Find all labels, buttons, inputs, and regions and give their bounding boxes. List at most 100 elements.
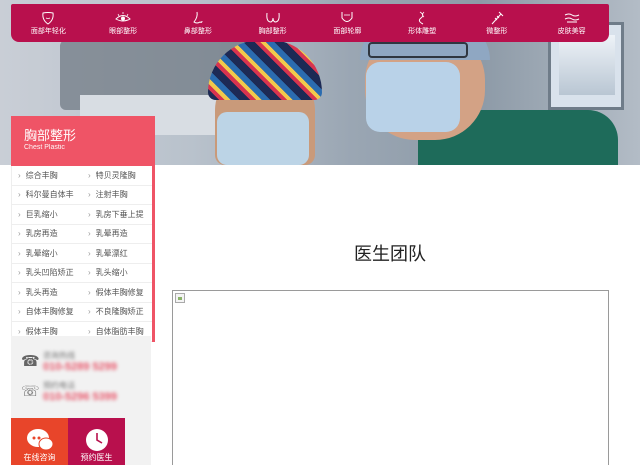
sidebar-link[interactable]: › 乳晕漂红	[82, 244, 152, 264]
nav-item-skin[interactable]: 皮肤美容	[534, 4, 609, 42]
clock-icon	[85, 429, 108, 451]
hero-nurse-mask	[217, 112, 309, 165]
book-doctor-label: 预约医生	[80, 453, 113, 462]
page-title: 医生团队	[354, 244, 426, 264]
face-icon	[42, 11, 55, 25]
sidebar-subtitle: Chest Plastic	[24, 144, 65, 151]
nav-item-eye[interactable]: 眼部整形	[86, 4, 161, 42]
eye-icon	[115, 11, 131, 21]
nav-item-label: 形体雕塑	[408, 27, 437, 35]
sidebar-link[interactable]: › 乳晕再造	[82, 225, 152, 244]
skin-icon	[564, 13, 579, 22]
sidebar-link-label: 特贝灵隆胸	[95, 170, 136, 180]
sidebar-link[interactable]: › 乳头缩小	[82, 264, 152, 283]
phone-icon: ☎	[21, 352, 40, 370]
sidebar-link[interactable]: › 乳晕缩小	[12, 244, 82, 264]
sidebar-link-label: 乳晕缩小	[25, 248, 58, 258]
chevron-right-icon: ›	[18, 248, 21, 258]
sidebar-link[interactable]: › 假体丰胸修复	[82, 283, 152, 303]
nose-icon	[193, 11, 203, 23]
nav-item-label: 面部年轻化	[30, 27, 66, 35]
chat-bubble-icon	[26, 429, 53, 451]
sidebar-link[interactable]: › 特贝灵隆胸	[82, 166, 152, 186]
nav-item-face-contour[interactable]: 面部轮廓	[310, 4, 385, 42]
broken-image-icon	[175, 293, 185, 303]
sidebar-link[interactable]: › 注射丰胸	[82, 186, 152, 205]
sidebar-title: 胸部整形	[24, 128, 77, 143]
content-image-frame	[172, 290, 609, 465]
sidebar-link[interactable]: › 科尔曼自体丰	[12, 186, 82, 205]
sidebar-link-label: 假体丰胸修复	[95, 287, 144, 297]
chevron-right-icon: ›	[88, 248, 91, 258]
nav-item-label: 胸部整形	[258, 27, 287, 35]
sidebar-link[interactable]: › 自体丰胸修复	[12, 303, 82, 322]
sidebar-link[interactable]: › 综合丰胸	[12, 166, 82, 186]
appointment-phone-label: 预约电话	[43, 381, 75, 390]
online-consult-label: 在线咨询	[23, 453, 56, 462]
telephone-icon: ☏	[21, 382, 40, 400]
sidebar-link-label: 自体丰胸修复	[25, 307, 74, 317]
sidebar-link[interactable]: › 乳头凹陷矫正	[12, 264, 82, 283]
chevron-right-icon: ›	[18, 326, 21, 336]
nav-item-label: 鼻部整形	[183, 27, 212, 35]
sidebar-link-label: 乳晕再造	[95, 229, 128, 239]
face-contour-icon	[341, 11, 353, 22]
appointment-phone-number: 010-5296 5399	[43, 391, 118, 403]
nav-item-body-sculpt[interactable]: 形体雕塑	[385, 4, 460, 42]
action-buttons: 在线咨询 预约医生	[11, 418, 135, 465]
chevron-right-icon: ›	[18, 209, 21, 219]
nav-item-micro-plastic[interactable]: 微整形	[460, 4, 535, 42]
breast-icon	[265, 12, 280, 23]
sidebar-link-label: 不良隆胸矫正	[95, 307, 144, 317]
book-doctor-button[interactable]: 预约医生	[68, 418, 125, 465]
nav-item-label: 眼部整形	[109, 27, 138, 35]
chevron-right-icon: ›	[18, 229, 21, 239]
nav-item-face-rejuvenation[interactable]: 面部年轻化	[11, 4, 86, 42]
chevron-right-icon: ›	[88, 170, 91, 180]
chevron-right-icon: ›	[18, 268, 21, 278]
sidebar-link[interactable]: › 乳头再造	[12, 283, 82, 303]
sidebar-link[interactable]: › 乳房下垂上提	[82, 205, 152, 225]
sidebar-link-label: 综合丰胸	[25, 170, 58, 180]
chevron-right-icon: ›	[18, 170, 21, 180]
syringe-icon	[491, 11, 504, 24]
hotline-label: 咨询热线	[43, 351, 75, 360]
nav-item-label: 皮肤美容	[557, 27, 586, 35]
chevron-right-icon: ›	[88, 326, 91, 336]
sidebar-link-label: 乳晕漂红	[95, 248, 128, 258]
sidebar-link-label: 注射丰胸	[95, 190, 128, 200]
sidebar-link-label: 科尔曼自体丰	[25, 190, 74, 200]
hotline-row: ☎ 咨询热线 010-5289 5299	[21, 350, 117, 373]
chevron-right-icon: ›	[88, 209, 91, 219]
sidebar-link-label: 乳房再造	[25, 229, 58, 239]
chevron-right-icon: ›	[88, 190, 91, 200]
chevron-right-icon: ›	[18, 190, 21, 200]
hero-surgeon-glasses	[368, 42, 468, 58]
chevron-right-icon: ›	[88, 307, 91, 317]
chevron-right-icon: ›	[88, 229, 91, 239]
nav-item-label: 面部轮廓	[333, 27, 362, 35]
nav-item-nose[interactable]: 鼻部整形	[161, 4, 236, 42]
sidebar-link-grid: › 综合丰胸 › 特贝灵隆胸 › 科尔曼自体丰 › 注射丰胸 › 巨乳缩小 › 乳房下垂上提…	[11, 166, 155, 342]
chevron-right-icon: ›	[18, 307, 21, 317]
nav-item-breast[interactable]: 胸部整形	[235, 4, 310, 42]
chevron-right-icon: ›	[88, 287, 91, 297]
sidebar-link-label: 巨乳缩小	[25, 209, 58, 219]
body-sculpt-icon	[419, 11, 425, 24]
sidebar-link[interactable]: › 巨乳缩小	[12, 205, 82, 225]
top-navigation: 面部年轻化 眼部整形 鼻部整形 胸部整形 面部轮廓 形体雕塑 微整形 皮肤美容	[11, 4, 609, 42]
sidebar-link-label: 乳头再造	[25, 287, 58, 297]
sidebar-link[interactable]: › 不良隆胸矫正	[82, 303, 152, 322]
sidebar-link-label: 乳房下垂上提	[95, 209, 144, 219]
appointment-phone-row: ☏ 预约电话 010-5296 5399	[21, 380, 117, 403]
sidebar-link-label: 乳头缩小	[95, 268, 128, 278]
sidebar-link[interactable]: › 乳房再造	[12, 225, 82, 244]
hotline-number: 010-5289 5299	[43, 361, 118, 373]
sidebar-header: 胸部整形 Chest Plastic	[11, 116, 155, 166]
chevron-right-icon: ›	[18, 287, 21, 297]
chevron-right-icon: ›	[88, 268, 91, 278]
online-consult-button[interactable]: 在线咨询	[11, 418, 68, 465]
hero-surgeon-mask	[366, 62, 460, 132]
sidebar-link-label: 乳头凹陷矫正	[25, 268, 74, 278]
nav-item-label: 微整形	[486, 27, 508, 35]
